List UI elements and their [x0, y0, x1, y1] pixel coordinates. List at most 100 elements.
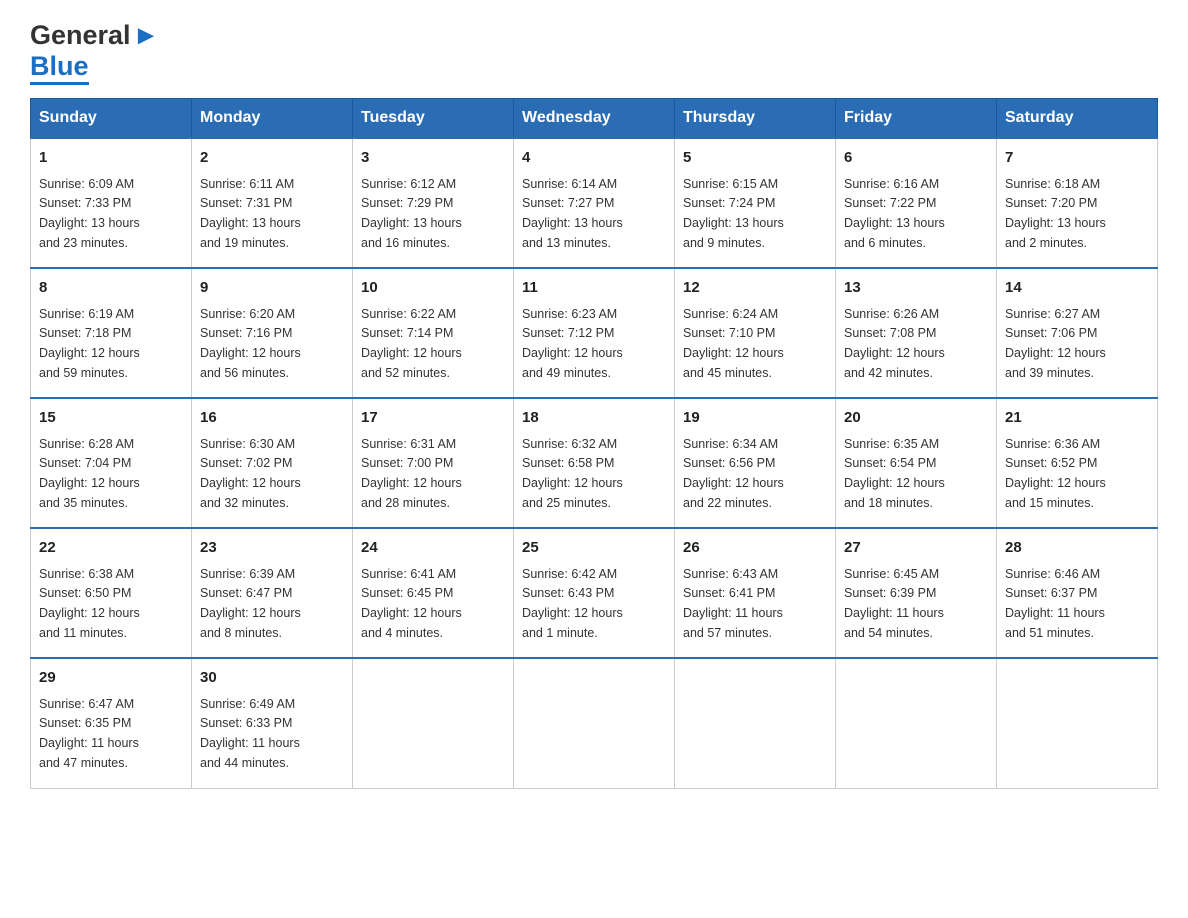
day-info: Sunrise: 6:45 AMSunset: 6:39 PMDaylight:…	[844, 567, 944, 640]
day-number: 4	[522, 147, 666, 170]
day-number: 12	[683, 277, 827, 300]
calendar-day-cell: 19 Sunrise: 6:34 AMSunset: 6:56 PMDaylig…	[675, 398, 836, 528]
calendar-day-cell: 15 Sunrise: 6:28 AMSunset: 7:04 PMDaylig…	[31, 398, 192, 528]
day-info: Sunrise: 6:14 AMSunset: 7:27 PMDaylight:…	[522, 177, 623, 250]
calendar-day-cell: 5 Sunrise: 6:15 AMSunset: 7:24 PMDayligh…	[675, 138, 836, 268]
calendar-day-cell: 20 Sunrise: 6:35 AMSunset: 6:54 PMDaylig…	[836, 398, 997, 528]
day-info: Sunrise: 6:36 AMSunset: 6:52 PMDaylight:…	[1005, 437, 1106, 510]
day-info: Sunrise: 6:12 AMSunset: 7:29 PMDaylight:…	[361, 177, 462, 250]
calendar-week-row: 8 Sunrise: 6:19 AMSunset: 7:18 PMDayligh…	[31, 268, 1158, 398]
logo: General ► Blue	[30, 20, 159, 82]
day-number: 14	[1005, 277, 1149, 300]
day-number: 17	[361, 407, 505, 430]
day-info: Sunrise: 6:16 AMSunset: 7:22 PMDaylight:…	[844, 177, 945, 250]
calendar-day-cell: 27 Sunrise: 6:45 AMSunset: 6:39 PMDaylig…	[836, 528, 997, 658]
day-info: Sunrise: 6:23 AMSunset: 7:12 PMDaylight:…	[522, 307, 623, 380]
day-number: 3	[361, 147, 505, 170]
calendar-day-cell: 25 Sunrise: 6:42 AMSunset: 6:43 PMDaylig…	[514, 528, 675, 658]
calendar-day-cell: 9 Sunrise: 6:20 AMSunset: 7:16 PMDayligh…	[192, 268, 353, 398]
calendar-day-cell: 7 Sunrise: 6:18 AMSunset: 7:20 PMDayligh…	[997, 138, 1158, 268]
logo-blue-label: Blue	[30, 51, 89, 85]
day-info: Sunrise: 6:47 AMSunset: 6:35 PMDaylight:…	[39, 697, 139, 770]
page-header: General ► Blue	[30, 20, 1158, 82]
calendar-day-cell: 26 Sunrise: 6:43 AMSunset: 6:41 PMDaylig…	[675, 528, 836, 658]
day-info: Sunrise: 6:35 AMSunset: 6:54 PMDaylight:…	[844, 437, 945, 510]
day-number: 8	[39, 277, 183, 300]
day-info: Sunrise: 6:32 AMSunset: 6:58 PMDaylight:…	[522, 437, 623, 510]
day-number: 20	[844, 407, 988, 430]
day-number: 18	[522, 407, 666, 430]
day-info: Sunrise: 6:41 AMSunset: 6:45 PMDaylight:…	[361, 567, 462, 640]
day-info: Sunrise: 6:26 AMSunset: 7:08 PMDaylight:…	[844, 307, 945, 380]
calendar-week-row: 22 Sunrise: 6:38 AMSunset: 6:50 PMDaylig…	[31, 528, 1158, 658]
day-info: Sunrise: 6:18 AMSunset: 7:20 PMDaylight:…	[1005, 177, 1106, 250]
day-info: Sunrise: 6:27 AMSunset: 7:06 PMDaylight:…	[1005, 307, 1106, 380]
calendar-day-cell	[997, 658, 1158, 788]
calendar-day-cell: 3 Sunrise: 6:12 AMSunset: 7:29 PMDayligh…	[353, 138, 514, 268]
calendar-week-row: 1 Sunrise: 6:09 AMSunset: 7:33 PMDayligh…	[31, 138, 1158, 268]
day-info: Sunrise: 6:46 AMSunset: 6:37 PMDaylight:…	[1005, 567, 1105, 640]
day-number: 24	[361, 537, 505, 560]
calendar-day-cell: 18 Sunrise: 6:32 AMSunset: 6:58 PMDaylig…	[514, 398, 675, 528]
calendar-day-cell: 16 Sunrise: 6:30 AMSunset: 7:02 PMDaylig…	[192, 398, 353, 528]
calendar-day-cell	[353, 658, 514, 788]
day-number: 29	[39, 667, 183, 690]
calendar-day-cell: 14 Sunrise: 6:27 AMSunset: 7:06 PMDaylig…	[997, 268, 1158, 398]
calendar-day-cell: 1 Sunrise: 6:09 AMSunset: 7:33 PMDayligh…	[31, 138, 192, 268]
day-info: Sunrise: 6:49 AMSunset: 6:33 PMDaylight:…	[200, 697, 300, 770]
day-number: 1	[39, 147, 183, 170]
calendar-day-cell	[675, 658, 836, 788]
weekday-header-friday: Friday	[836, 99, 997, 139]
day-number: 21	[1005, 407, 1149, 430]
day-number: 16	[200, 407, 344, 430]
calendar-day-cell: 2 Sunrise: 6:11 AMSunset: 7:31 PMDayligh…	[192, 138, 353, 268]
calendar-header: SundayMondayTuesdayWednesdayThursdayFrid…	[31, 99, 1158, 139]
weekday-header-sunday: Sunday	[31, 99, 192, 139]
day-info: Sunrise: 6:20 AMSunset: 7:16 PMDaylight:…	[200, 307, 301, 380]
day-number: 23	[200, 537, 344, 560]
day-number: 11	[522, 277, 666, 300]
calendar-table: SundayMondayTuesdayWednesdayThursdayFrid…	[30, 98, 1158, 789]
day-info: Sunrise: 6:28 AMSunset: 7:04 PMDaylight:…	[39, 437, 140, 510]
calendar-day-cell: 17 Sunrise: 6:31 AMSunset: 7:00 PMDaylig…	[353, 398, 514, 528]
calendar-day-cell: 11 Sunrise: 6:23 AMSunset: 7:12 PMDaylig…	[514, 268, 675, 398]
day-number: 28	[1005, 537, 1149, 560]
weekday-header-wednesday: Wednesday	[514, 99, 675, 139]
day-info: Sunrise: 6:22 AMSunset: 7:14 PMDaylight:…	[361, 307, 462, 380]
calendar-body: 1 Sunrise: 6:09 AMSunset: 7:33 PMDayligh…	[31, 138, 1158, 788]
weekday-header-monday: Monday	[192, 99, 353, 139]
calendar-day-cell: 13 Sunrise: 6:26 AMSunset: 7:08 PMDaylig…	[836, 268, 997, 398]
calendar-day-cell: 22 Sunrise: 6:38 AMSunset: 6:50 PMDaylig…	[31, 528, 192, 658]
calendar-day-cell	[514, 658, 675, 788]
day-info: Sunrise: 6:34 AMSunset: 6:56 PMDaylight:…	[683, 437, 784, 510]
day-info: Sunrise: 6:19 AMSunset: 7:18 PMDaylight:…	[39, 307, 140, 380]
day-number: 6	[844, 147, 988, 170]
day-info: Sunrise: 6:09 AMSunset: 7:33 PMDaylight:…	[39, 177, 140, 250]
calendar-week-row: 29 Sunrise: 6:47 AMSunset: 6:35 PMDaylig…	[31, 658, 1158, 788]
calendar-day-cell: 6 Sunrise: 6:16 AMSunset: 7:22 PMDayligh…	[836, 138, 997, 268]
day-info: Sunrise: 6:39 AMSunset: 6:47 PMDaylight:…	[200, 567, 301, 640]
weekday-header-tuesday: Tuesday	[353, 99, 514, 139]
weekday-header-saturday: Saturday	[997, 99, 1158, 139]
calendar-day-cell: 12 Sunrise: 6:24 AMSunset: 7:10 PMDaylig…	[675, 268, 836, 398]
day-number: 26	[683, 537, 827, 560]
day-info: Sunrise: 6:30 AMSunset: 7:02 PMDaylight:…	[200, 437, 301, 510]
day-number: 9	[200, 277, 344, 300]
day-number: 22	[39, 537, 183, 560]
calendar-day-cell: 29 Sunrise: 6:47 AMSunset: 6:35 PMDaylig…	[31, 658, 192, 788]
day-number: 27	[844, 537, 988, 560]
calendar-week-row: 15 Sunrise: 6:28 AMSunset: 7:04 PMDaylig…	[31, 398, 1158, 528]
day-number: 5	[683, 147, 827, 170]
calendar-day-cell	[836, 658, 997, 788]
day-number: 25	[522, 537, 666, 560]
day-info: Sunrise: 6:38 AMSunset: 6:50 PMDaylight:…	[39, 567, 140, 640]
day-info: Sunrise: 6:15 AMSunset: 7:24 PMDaylight:…	[683, 177, 784, 250]
day-number: 10	[361, 277, 505, 300]
calendar-day-cell: 23 Sunrise: 6:39 AMSunset: 6:47 PMDaylig…	[192, 528, 353, 658]
day-info: Sunrise: 6:43 AMSunset: 6:41 PMDaylight:…	[683, 567, 783, 640]
calendar-day-cell: 4 Sunrise: 6:14 AMSunset: 7:27 PMDayligh…	[514, 138, 675, 268]
day-number: 19	[683, 407, 827, 430]
day-number: 2	[200, 147, 344, 170]
day-number: 7	[1005, 147, 1149, 170]
logo-blue-text: ►	[133, 20, 160, 51]
